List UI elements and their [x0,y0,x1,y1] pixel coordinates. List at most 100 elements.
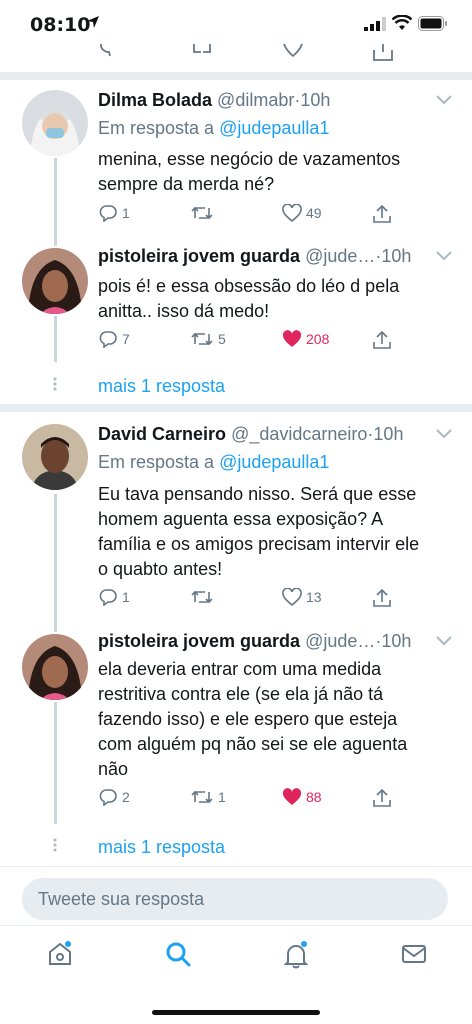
reply-button[interactable]: 7 [98,330,130,348]
retweet-icon [191,206,213,220]
chevron-down-icon[interactable] [436,636,452,646]
thread-line [54,232,57,246]
reply-text: Eu tava pensando nisso. Será que esse ho… [98,482,458,582]
tab-bar [0,925,472,986]
avatar[interactable] [22,424,88,490]
thread-line [54,624,57,632]
like-icon [282,204,302,222]
retweet-button[interactable]: 5 [190,330,226,348]
timestamp: ·10h [294,90,331,110]
home-icon[interactable] [46,940,74,968]
separator [0,404,472,412]
search-icon[interactable] [164,940,192,968]
more-replies-link[interactable]: mais 1 resposta [98,376,225,397]
chevron-down-icon[interactable] [436,251,452,261]
avatar[interactable] [22,248,88,314]
text-line: menina, esse negócio de vazamentos [98,149,401,169]
messages-icon[interactable] [400,940,428,968]
notifications-icon[interactable] [282,940,310,970]
reply-item[interactable]: pistoleira jovem guarda @jude…·10h ela d… [0,624,472,824]
status-time: 08:10 [30,14,91,36]
author-name[interactable]: pistoleira jovem guarda [98,246,300,266]
like-button[interactable]: 208 [282,330,329,348]
reply-icon [99,789,117,806]
author-line: pistoleira jovem guarda @jude…·10h [98,246,428,267]
timestamp: ·10h [375,246,412,266]
avatar[interactable] [22,90,88,156]
reply-icon [99,589,117,606]
reply-item[interactable]: Dilma Bolada @dilmabr·10h Em resposta a … [0,80,472,232]
text-line: homem aguenta essa exposição? A [98,509,384,529]
battery-icon [418,16,447,31]
like-button[interactable]: 49 [282,204,322,222]
in-reply-to: Em resposta a @judepaulla1 [98,118,329,139]
reply-button[interactable]: 1 [98,204,130,222]
chevron-down-icon[interactable] [436,95,452,105]
thread-line [54,158,57,232]
retweet-count: 5 [218,331,226,347]
text-line: Eu tava pensando nisso. Será que esse [98,484,417,504]
like-count: 208 [306,331,330,347]
text-line: o quabto antes! [98,559,223,579]
timestamp: ·10h [375,631,412,651]
author-handle: @_davidcarneiro [231,424,368,444]
reply-count: 7 [122,331,130,347]
thread-line [54,702,57,824]
share-icon [373,204,391,223]
reply-item[interactable]: pistoleira jovem guarda @jude…·10h pois … [0,232,472,362]
author-name[interactable]: Dilma Bolada [98,90,212,110]
reply-input[interactable]: Tweete sua resposta [22,878,448,920]
retweet-icon [191,790,213,804]
location-arrow-icon [87,16,99,28]
separator [0,72,472,80]
retweet-icon [191,590,213,604]
author-line: Dilma Bolada @dilmabr·10h [98,90,428,111]
share-button[interactable] [372,330,392,350]
reply-text: ela deveria entrar com uma medida restri… [98,657,438,782]
text-line: restritiva contra ele (se ela já não tá [98,684,384,704]
text-line: família e os amigos precisam intervir el… [98,534,420,554]
share-button[interactable] [372,788,392,808]
retweet-button[interactable] [190,588,218,606]
text-line: fazendo isso) e ele espero que esteja [98,709,398,729]
reply-icon[interactable] [98,44,120,58]
reply-button[interactable]: 2 [98,788,130,806]
thread-line [54,494,57,624]
like-button[interactable]: 13 [282,588,322,606]
author-handle: @dilmabr [217,90,295,110]
like-icon[interactable] [282,44,304,58]
share-button[interactable] [372,204,392,224]
more-replies-link[interactable]: mais 1 resposta [98,837,225,858]
mention-link[interactable]: @judepaulla1 [219,452,329,472]
like-count: 88 [306,789,322,805]
mention-link[interactable]: @judepaulla1 [219,118,329,138]
reply-count: 2 [122,789,130,805]
reply-icon [99,205,117,222]
author-line: pistoleira jovem guarda @jude…·10h [98,631,428,652]
like-button[interactable]: 88 [282,788,322,806]
signal-icon [364,17,386,31]
share-button[interactable] [372,588,392,608]
reply-button[interactable]: 1 [98,588,130,606]
retweet-button[interactable] [190,204,218,222]
thread-dots [53,838,57,852]
retweet-icon[interactable] [190,44,214,58]
text-line: anitta.. isso dá medo! [98,301,270,321]
action-bar: 1 13 [98,588,398,612]
thread-line [54,316,57,362]
chevron-down-icon[interactable] [436,429,452,439]
reply-count: 1 [122,589,130,605]
share-icon[interactable] [372,44,394,62]
retweet-button[interactable]: 1 [190,788,226,806]
avatar[interactable] [22,634,88,700]
text-line: com alguém pq não sei se ele aguenta [98,734,408,754]
author-name[interactable]: David Carneiro [98,424,226,444]
text-line: não [98,759,129,779]
reply-icon [99,331,117,348]
share-icon [373,788,391,807]
action-bar: 1 49 [98,204,398,228]
in-reply-label: Em resposta a [98,452,220,472]
reply-text: menina, esse negócio de vazamentos sempr… [98,147,438,197]
author-name[interactable]: pistoleira jovem guarda [98,631,300,651]
reply-item[interactable]: David Carneiro @_davidcarneiro·10h Em re… [0,412,472,624]
